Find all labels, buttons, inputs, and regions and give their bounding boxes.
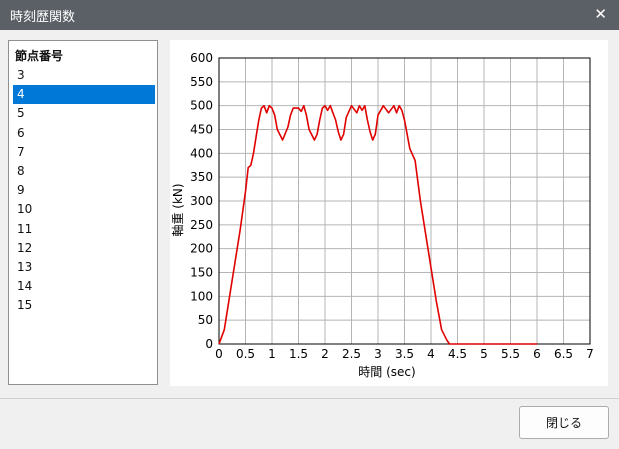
y-tick-label: 150 — [190, 266, 213, 280]
grid — [218, 57, 591, 345]
close-button[interactable]: 閉じる — [519, 406, 609, 439]
x-tick-label: 4 — [427, 347, 435, 361]
close-icon[interactable]: ✕ — [594, 5, 607, 23]
x-tick-label: 7 — [586, 347, 594, 361]
y-tick-label: 50 — [198, 313, 213, 327]
x-tick-label: 4.5 — [448, 347, 467, 361]
y-tick-label: 250 — [190, 218, 213, 232]
time-history-chart: 0 0.5 1 1.5 2 2.5 3 3.5 4 4.5 5 5.5 6 6.5 7 0 50 100 150 20… — [171, 51, 594, 379]
x-tick-label: 0 — [215, 347, 223, 361]
list-item[interactable]: 3 — [13, 66, 155, 85]
list-item[interactable]: 4 — [13, 85, 155, 105]
y-tick-label: 450 — [190, 123, 213, 137]
list-header: 節点番号 — [15, 49, 64, 63]
list-item[interactable]: 10 — [13, 200, 155, 219]
x-axis-label: 時間 (sec) — [358, 365, 415, 379]
list-item[interactable]: 9 — [13, 181, 155, 200]
x-tick-label: 3.5 — [395, 347, 414, 361]
list-item[interactable]: 8 — [13, 162, 155, 181]
list-item[interactable]: 12 — [13, 239, 155, 258]
list-item[interactable]: 15 — [13, 296, 155, 315]
x-tick-label: 1.5 — [289, 347, 308, 361]
y-tick-label: 500 — [190, 99, 213, 113]
x-tick-label: 2 — [321, 347, 329, 361]
x-tick-label: 0.5 — [236, 347, 255, 361]
x-tick-label: 6 — [533, 347, 541, 361]
y-tick-label: 400 — [190, 146, 213, 160]
window-title: 時刻歴関数 — [10, 10, 76, 25]
list-item[interactable]: 11 — [13, 220, 155, 239]
y-tick-label: 550 — [190, 75, 213, 89]
x-tick-label: 5.5 — [501, 347, 520, 361]
x-tick-label: 5 — [480, 347, 488, 361]
y-tick-label: 350 — [190, 170, 213, 184]
chart-panel: 0 0.5 1 1.5 2 2.5 3 3.5 4 4.5 5 5.5 6 6.5 7 0 50 100 150 20… — [170, 40, 608, 386]
x-tick-label: 1 — [268, 347, 276, 361]
x-tick-label: 2.5 — [342, 347, 361, 361]
y-tick-label: 600 — [190, 51, 213, 65]
title-bar: 時刻歴関数 ✕ — [0, 0, 619, 30]
list-item[interactable]: 13 — [13, 258, 155, 277]
list-item[interactable]: 14 — [13, 277, 155, 296]
x-tick-label: 3 — [374, 347, 382, 361]
list-item[interactable]: 7 — [13, 143, 155, 162]
list-items: 3 4 5 6 7 8 9 10 11 12 13 14 15 — [13, 66, 155, 315]
y-tick-label: 0 — [205, 337, 213, 351]
y-tick-label: 300 — [190, 194, 213, 208]
y-tick-label: 100 — [190, 289, 213, 303]
node-number-listbox[interactable]: 節点番号 3 4 5 6 7 8 9 10 11 12 13 14 15 — [8, 40, 158, 385]
list-item[interactable]: 6 — [13, 124, 155, 143]
y-tick-label: 200 — [190, 242, 213, 256]
x-tick-label: 6.5 — [554, 347, 573, 361]
list-item[interactable]: 5 — [13, 104, 155, 123]
y-axis-label: 軸重 (kN) — [171, 183, 185, 236]
tick-labels: 0 0.5 1 1.5 2 2.5 3 3.5 4 4.5 5 5.5 6 6.5 7 0 50 100 150 20… — [190, 51, 594, 361]
